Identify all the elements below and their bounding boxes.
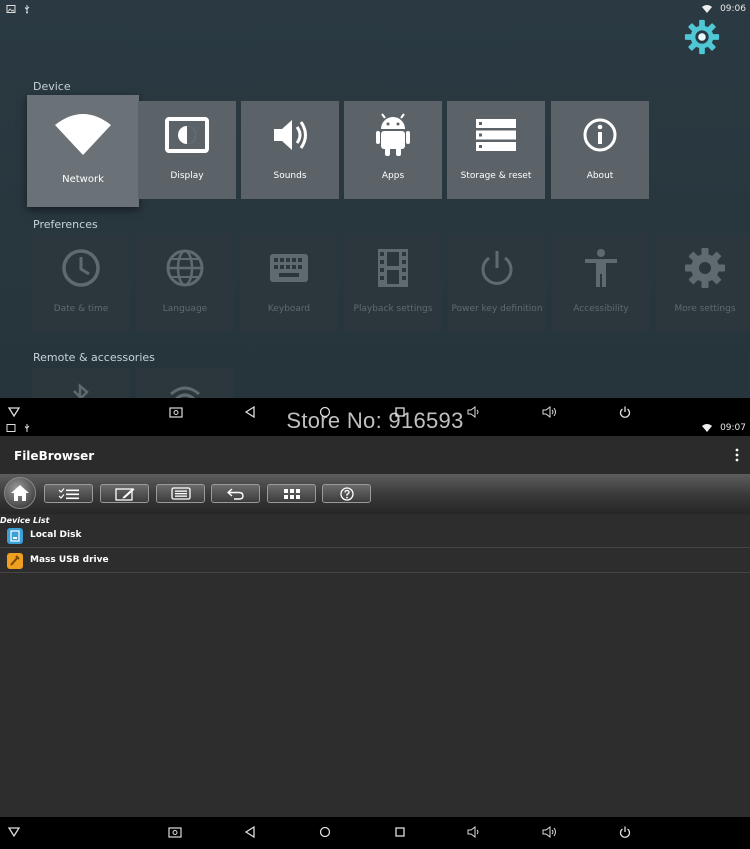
usb-icon — [24, 424, 30, 432]
tile-label: Language — [162, 304, 208, 314]
keyboard-icon — [240, 248, 338, 288]
volume-down-icon[interactable] — [466, 404, 482, 420]
home-circle-icon[interactable] — [317, 824, 333, 840]
power-button-icon[interactable] — [617, 404, 633, 420]
tile-storage-reset[interactable]: Storage & reset — [447, 101, 545, 199]
tile-label: Apps — [381, 171, 405, 181]
status-bar: 09:07 — [0, 420, 750, 436]
volume-up-icon[interactable] — [542, 404, 558, 420]
back-icon[interactable] — [242, 824, 258, 840]
app-title: FileBrowser — [14, 449, 95, 463]
tile-display[interactable]: Display — [138, 101, 236, 199]
device-row-usb-drive[interactable]: Mass USB drive — [0, 549, 750, 573]
volume-down-icon[interactable] — [466, 824, 482, 840]
tile-label: Display — [170, 171, 204, 181]
edit-icon — [114, 487, 134, 501]
tile-label: Accessibility — [573, 304, 629, 314]
image-notification-icon — [6, 5, 16, 13]
tile-accessibility[interactable]: Accessibility — [552, 234, 650, 332]
home-icon — [11, 485, 29, 501]
gear-icon — [656, 248, 750, 288]
info-icon — [551, 115, 649, 155]
back-icon[interactable] — [242, 404, 258, 420]
tile-apps[interactable]: Apps — [344, 101, 442, 199]
tile-label: Power key definition — [451, 304, 543, 314]
display-icon — [138, 115, 236, 155]
tile-power-key-definition[interactable]: Power key definition — [448, 234, 546, 332]
tile-label: Date & time — [53, 304, 109, 314]
tile-wireless-remote[interactable] — [136, 368, 234, 398]
filebrowser-screen: 09:07 FileBrowser Device List Local Disk — [0, 420, 750, 849]
device-row-local-disk[interactable]: Local Disk — [0, 524, 750, 548]
recents-icon[interactable] — [392, 824, 408, 840]
tile-sounds[interactable]: Sounds — [241, 101, 339, 199]
image-notification-icon — [6, 424, 16, 432]
screenshot-icon[interactable] — [167, 824, 183, 840]
tile-label: Network — [62, 174, 104, 185]
tile-label: About — [586, 171, 614, 181]
settings-screen: 09:06 Device Network Display Sounds Apps… — [0, 0, 750, 398]
grid-icon — [283, 488, 300, 499]
grid-view-button[interactable] — [267, 484, 316, 503]
tile-label: More settings — [674, 304, 736, 314]
usb-icon — [24, 5, 30, 14]
help-button[interactable] — [322, 484, 371, 503]
tile-playback-settings[interactable]: Playback settings — [344, 234, 442, 332]
disk-icon — [7, 528, 23, 544]
status-bar: 09:06 — [0, 0, 750, 19]
device-label: Local Disk — [30, 530, 82, 540]
section-preferences: Preferences — [33, 218, 98, 231]
storage-icon — [447, 115, 545, 155]
signal-icon — [136, 376, 234, 398]
tile-network[interactable]: Network — [27, 95, 139, 207]
checklist-icon — [58, 487, 79, 499]
recents-icon[interactable] — [392, 404, 408, 420]
clock: 09:07 — [720, 423, 746, 433]
list-icon — [170, 487, 191, 500]
android-icon — [344, 113, 442, 156]
select-items-button[interactable] — [44, 484, 93, 503]
globe-icon — [136, 248, 234, 288]
tile-keyboard[interactable]: Keyboard — [240, 234, 338, 332]
power-icon — [448, 248, 546, 288]
tile-label: Keyboard — [267, 304, 311, 314]
settings-gear-icon[interactable] — [683, 18, 721, 56]
app-bar: FileBrowser — [0, 436, 750, 474]
section-device: Device — [33, 80, 71, 93]
wifi-icon — [27, 109, 139, 159]
home-button[interactable] — [4, 477, 36, 509]
clock-icon — [32, 248, 130, 288]
wifi-status-icon — [702, 5, 713, 13]
tile-label: Sounds — [273, 171, 307, 181]
volume-down-triangle-icon[interactable] — [6, 824, 22, 840]
help-icon — [339, 486, 354, 501]
usb-drive-icon — [7, 553, 23, 569]
tile-more-settings[interactable]: More settings — [656, 234, 750, 332]
film-icon — [344, 248, 442, 288]
edit-button[interactable] — [100, 484, 149, 503]
list-view-button[interactable] — [156, 484, 205, 503]
overflow-menu-icon[interactable] — [735, 448, 739, 462]
back-button[interactable] — [211, 484, 260, 503]
wifi-status-icon — [702, 424, 713, 432]
tile-label: Storage & reset — [460, 171, 532, 181]
tile-bluetooth[interactable] — [32, 368, 130, 398]
power-button-icon[interactable] — [617, 824, 633, 840]
undo-icon — [226, 487, 244, 500]
bottom-navigation-bar — [0, 817, 750, 849]
volume-up-icon[interactable] — [542, 824, 558, 840]
tile-label: Playback settings — [353, 304, 433, 314]
tile-about[interactable]: About — [551, 101, 649, 199]
tile-date-time[interactable]: Date & time — [32, 234, 130, 332]
speaker-icon — [241, 115, 339, 155]
bluetooth-icon — [32, 378, 130, 398]
tile-language[interactable]: Language — [136, 234, 234, 332]
clock: 09:06 — [720, 4, 746, 14]
home-circle-icon[interactable] — [317, 404, 333, 420]
section-remote-accessories: Remote & accessories — [33, 351, 155, 364]
screenshot-icon[interactable] — [168, 404, 184, 420]
volume-down-triangle-icon[interactable] — [6, 404, 22, 420]
device-label: Mass USB drive — [30, 555, 109, 565]
accessibility-icon — [552, 248, 650, 288]
